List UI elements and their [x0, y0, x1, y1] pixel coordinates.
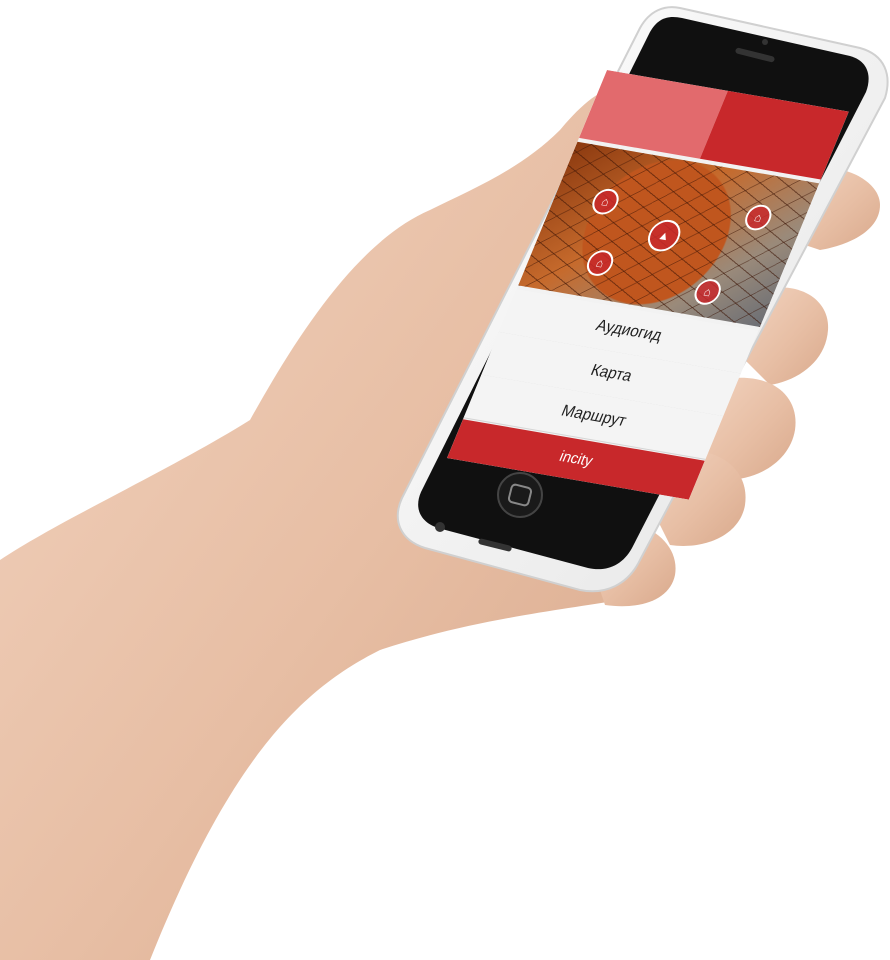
phone-camera [762, 39, 768, 45]
menu-item-label: Маршрут [558, 402, 629, 430]
home-button[interactable] [497, 472, 543, 518]
menu-item-label: Карта [587, 361, 635, 386]
brand-label: incity [556, 447, 596, 470]
headphone-jack [435, 522, 445, 532]
menu-item-label: Аудиогид [593, 317, 665, 345]
